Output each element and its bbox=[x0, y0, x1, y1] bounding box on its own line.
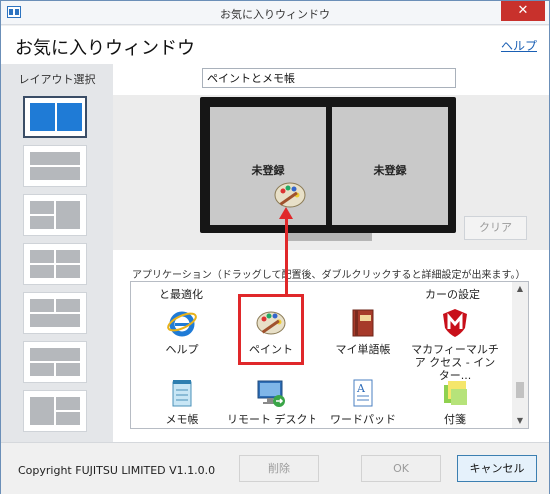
app-label: リモート デスクトッ bbox=[227, 413, 315, 426]
app-item-wordpad[interactable]: A ワードパッド bbox=[319, 377, 407, 435]
sticky-notes-icon bbox=[444, 381, 467, 405]
remote-desktop-icon bbox=[257, 380, 285, 407]
title-bar[interactable]: お気に入りウィンドウ ✕ bbox=[1, 1, 549, 25]
layout-option-top-split[interactable] bbox=[23, 292, 87, 334]
cancel-button[interactable]: キャンセル bbox=[457, 455, 537, 482]
layout-option-two-rows[interactable] bbox=[23, 145, 87, 187]
app-label: 付箋 bbox=[444, 413, 466, 426]
partial-app-label: カーの設定 bbox=[425, 288, 480, 301]
header: お気に入りウィンドウ ヘルプ bbox=[1, 26, 549, 64]
monitor-stand bbox=[286, 233, 372, 241]
layout-option-right-split[interactable] bbox=[23, 390, 87, 432]
layout-panel-title: レイアウト選択 bbox=[18, 73, 96, 86]
mcafee-icon bbox=[443, 309, 467, 337]
app-item-help[interactable]: ヘルプ bbox=[138, 307, 226, 365]
copyright-text: Copyright FUJITSU LIMITED V1.1.0.0 bbox=[18, 464, 216, 477]
close-button[interactable]: ✕ bbox=[501, 1, 545, 21]
preview-slot-left[interactable]: 未登録 bbox=[210, 107, 326, 225]
apps-scrollbar[interactable]: ▲ ▼ bbox=[512, 282, 528, 428]
footer: Copyright FUJITSU LIMITED V1.1.0.0 削除 OK… bbox=[1, 442, 549, 494]
app-item-my-wordbook[interactable]: マイ単語帳 bbox=[319, 307, 407, 365]
window-title: お気に入りウィンドウ bbox=[220, 8, 330, 21]
slot-right-label: 未登録 bbox=[373, 164, 407, 177]
app-item-mcafee[interactable]: マカフィーマルチア クセス - インター... bbox=[411, 307, 499, 382]
drag-arrow-head bbox=[279, 207, 293, 219]
favorites-window: お気に入りウィンドウ ✕ お気に入りウィンドウ ヘルプ レイアウト選択 ペイント… bbox=[0, 0, 550, 494]
app-label: ワードパッド bbox=[330, 413, 396, 426]
layout-name-input[interactable] bbox=[202, 68, 456, 88]
scroll-thumb[interactable] bbox=[516, 382, 524, 398]
ok-button[interactable]: OK bbox=[361, 455, 441, 482]
page-title: お気に入りウィンドウ bbox=[15, 38, 195, 59]
help-link[interactable]: ヘルプ bbox=[501, 37, 537, 54]
dictionary-book-icon bbox=[352, 309, 374, 337]
notepad-icon bbox=[172, 380, 192, 407]
slot-left-label: 未登録 bbox=[251, 164, 285, 177]
apps-caption: アプリケーション（ドラッグして配置後、ダブルクリックすると詳細設定が出来ます。） bbox=[132, 270, 526, 281]
drag-arrow-line bbox=[285, 217, 288, 295]
app-item-notepad[interactable]: メモ帳 bbox=[138, 377, 226, 435]
clear-button[interactable]: クリア bbox=[464, 216, 527, 240]
ie-icon bbox=[167, 311, 197, 337]
scroll-up-icon[interactable]: ▲ bbox=[512, 282, 528, 296]
app-item-remote-desktop[interactable]: リモート デスクトッ bbox=[227, 377, 315, 435]
highlight-box bbox=[238, 294, 304, 365]
layout-option-two-columns[interactable] bbox=[23, 96, 87, 138]
scroll-down-icon[interactable]: ▼ bbox=[512, 414, 528, 428]
app-label: メモ帳 bbox=[165, 413, 199, 426]
app-label: ヘルプ bbox=[165, 343, 199, 356]
preview-slot-right[interactable]: 未登録 bbox=[332, 107, 448, 225]
app-item-sticky-notes[interactable]: 付箋 bbox=[411, 377, 499, 435]
dragging-paint-icon bbox=[274, 182, 306, 208]
layout-option-left-split[interactable] bbox=[23, 194, 87, 236]
delete-button[interactable]: 削除 bbox=[239, 455, 319, 482]
layout-option-grid-four[interactable] bbox=[23, 243, 87, 285]
wordpad-icon: A bbox=[353, 379, 373, 407]
layout-option-bottom-split[interactable] bbox=[23, 341, 87, 383]
partial-app-label: と最適化 bbox=[159, 288, 203, 301]
svg-text:A: A bbox=[356, 382, 366, 395]
app-label: マイ単語帳 bbox=[335, 343, 391, 356]
